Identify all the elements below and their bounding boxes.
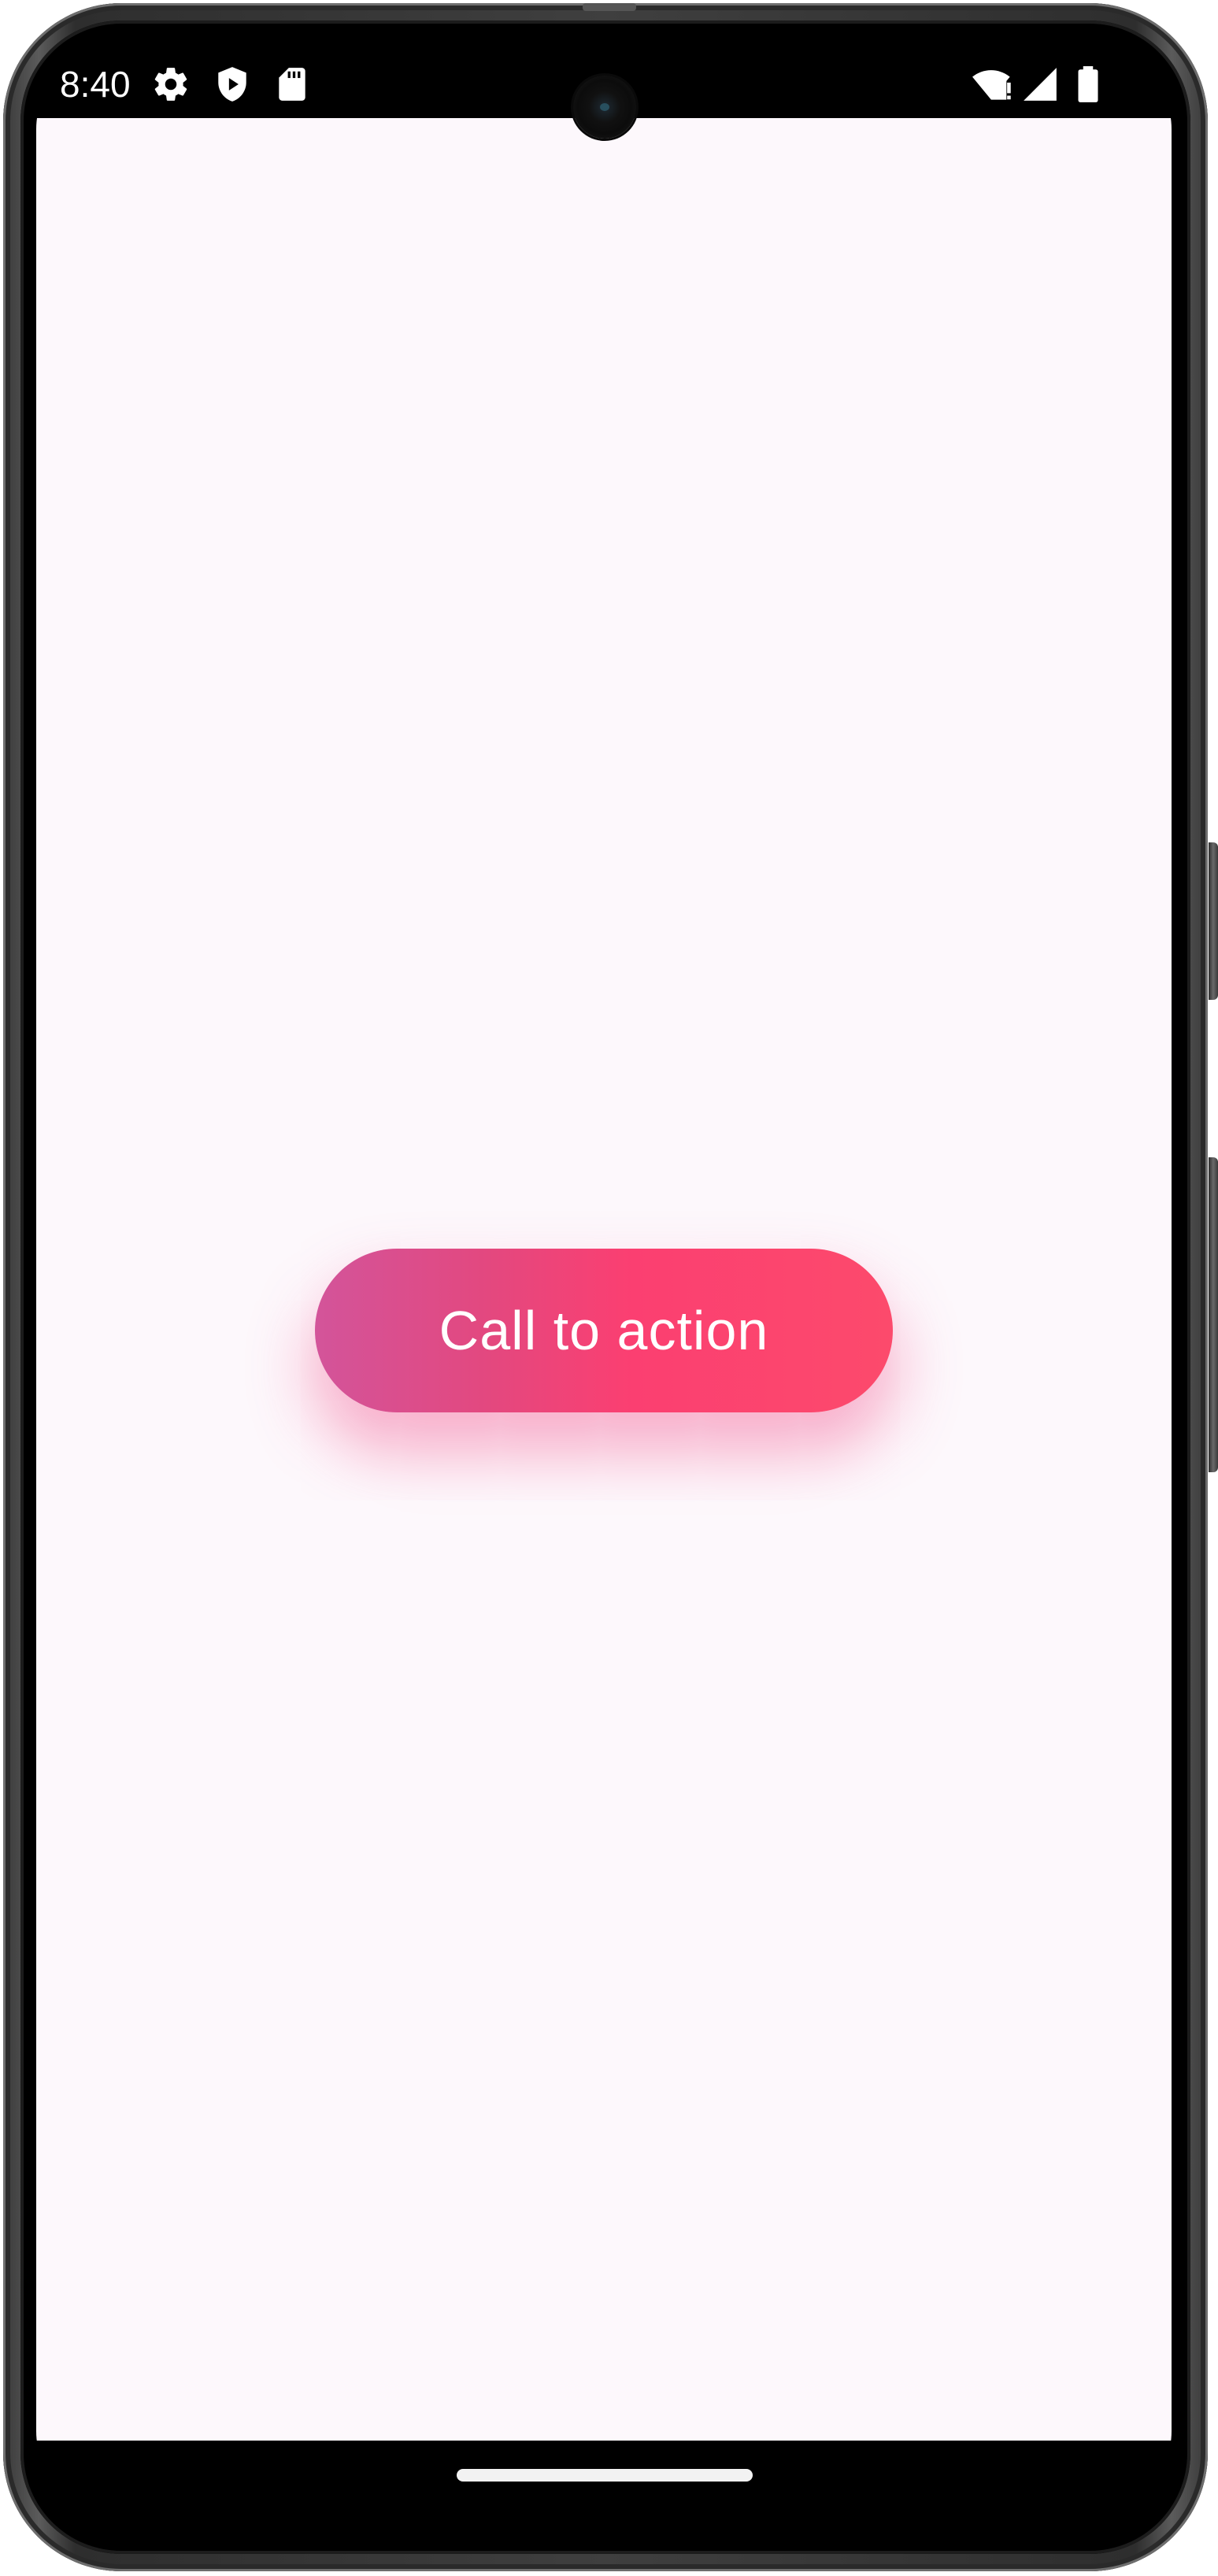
call-to-action-button[interactable]: Call to action (315, 1249, 893, 1412)
status-time: 8:40 (60, 64, 131, 105)
speaker-grille (583, 3, 636, 11)
gear-icon (154, 68, 187, 101)
home-indicator[interactable] (457, 2469, 753, 2482)
cellular-signal-icon (1024, 68, 1057, 101)
front-camera-icon (573, 76, 636, 139)
screen: 8:40 Call to action (36, 50, 1172, 2510)
phone-device: 8:40 Call to action (0, 0, 1218, 2576)
volume-button (1209, 1157, 1218, 1472)
app-content: Call to action (36, 118, 1172, 2441)
battery-icon (1078, 66, 1098, 102)
wifi-alert-icon (972, 70, 1011, 100)
shield-play-icon (218, 67, 246, 102)
sd-card-icon (279, 68, 305, 101)
power-button (1209, 842, 1218, 1000)
